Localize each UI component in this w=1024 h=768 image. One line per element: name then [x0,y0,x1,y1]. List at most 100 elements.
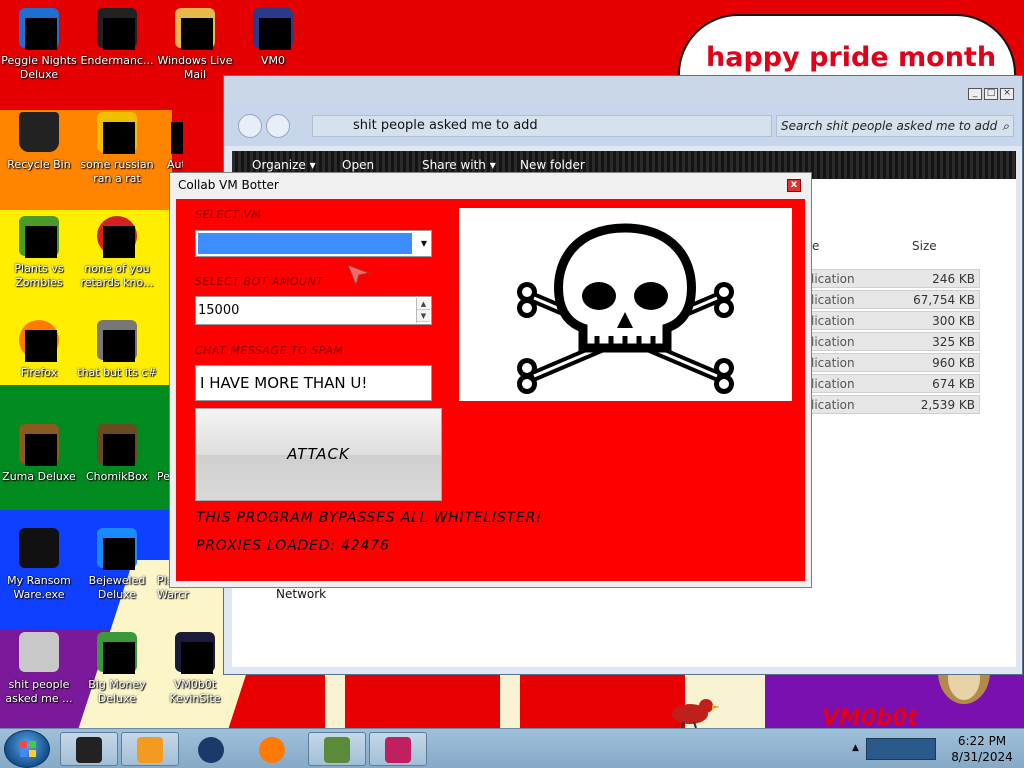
stepper-up-icon[interactable]: ▲ [417,298,430,310]
censor-block [103,434,135,466]
address-field[interactable]: shit people asked me to add ▼ [312,115,818,137]
desktop-icon-my-ransomware[interactable]: My Ransom Ware.exe [0,528,81,602]
file-row[interactable]: lication 300 KB [800,311,980,330]
desktop-icon-recycle-bin[interactable]: Recycle Bin [0,112,81,172]
desktop-icon-vm0[interactable]: VM0 [231,8,315,68]
clock[interactable]: 6:22 PM 8/31/2024 [942,733,1022,765]
desktop-icon-windows-live-mail[interactable]: Windows Live Mail [153,8,237,82]
desktop-icon-plants-vs-zombies[interactable]: Plants vs Zombies [0,216,81,290]
desktop-icon-shit-people-folder[interactable]: shit people asked me ... [0,632,81,706]
clock-date: 8/31/2024 [951,750,1013,764]
censor-block [103,122,135,154]
desktop-icon-bejeweled[interactable]: Bejeweled Deluxe [75,528,159,602]
file-type: lication [811,293,855,307]
taskbar-app-minecraft[interactable] [308,732,366,766]
bird-icon [672,699,720,728]
file-type: lication [811,314,855,328]
file-row[interactable]: lication 960 KB [800,353,980,372]
desktop-icon-zuma-deluxe[interactable]: Zuma Deluxe [0,424,81,484]
forward-button[interactable] [266,114,290,138]
search-input[interactable]: Search shit people asked me to add ⌕ [776,115,1014,137]
bypass-notice: THIS PROGRAM BYPASSES ALL WHITELISTER! [196,510,543,526]
censor-block [103,538,135,570]
taskbar-app-media-player[interactable] [121,732,179,766]
back-button[interactable] [238,114,262,138]
minimize-icon[interactable]: _ [968,88,982,100]
desktop-icon-big-money[interactable]: Big Money Deluxe [75,632,159,706]
chevron-down-icon[interactable]: ▼ [421,239,427,248]
collab-vm-botter-window: Collab VM Botter x SELECT VM ▼ SELECT BO… [169,172,812,588]
desktop-icon-label: Recycle Bin [7,158,71,171]
file-type: lication [811,356,855,370]
folder-icon [19,632,59,672]
column-header-type[interactable]: e [812,239,819,253]
new-folder-button[interactable]: New folder [520,158,585,172]
taskbar-app-image-viewer[interactable] [369,732,427,766]
open-button[interactable]: Open [342,158,374,172]
censor-block [181,18,213,50]
system-tray: ▲ 6:22 PM 8/31/2024 [850,729,1024,768]
file-row[interactable]: lication 246 KB [800,269,980,288]
desktop-icon-partial[interactable]: Auto F [153,112,183,172]
desktop-icon-endermanc[interactable]: Endermanc... [75,8,159,68]
censor-block [25,434,57,466]
bot-amount-value: 15000 [198,303,240,318]
tray-icons[interactable] [866,738,936,760]
program-icon [76,737,102,763]
mouse-cursor-icon [347,264,371,287]
desktop-icon-chomikbox[interactable]: ChomikBox [75,424,159,484]
maximize-icon[interactable]: □ [984,88,998,100]
wallpaper-cream-bar [500,675,520,728]
file-row[interactable]: lication 325 KB [800,332,980,351]
file-row[interactable]: lication 67,754 KB [800,290,980,309]
select-vm-dropdown[interactable]: ▼ [195,230,432,257]
desktop-icon-label: Firefox [20,366,58,379]
censor-block [103,330,135,362]
desktop-icon-label: Auto F [167,158,183,171]
proxies-status: PROXIES LOADED: 42476 [196,538,390,554]
taskbar-app-globe[interactable] [182,732,240,766]
file-row[interactable]: lication 674 KB [800,374,980,393]
desktop-icon-label: that but its c# [77,366,157,379]
stepper-buttons[interactable]: ▲ ▼ [416,298,430,323]
file-size: 674 KB [932,377,975,391]
chat-message-input[interactable]: I HAVE MORE THAN U! [195,365,432,401]
desktop-icon-russian-rat[interactable]: some russian ran a rat [75,112,159,186]
organize-button[interactable]: Organize ▾ [252,158,316,172]
desktop-icon-label: shit people asked me ... [5,678,73,705]
desktop-icon-label: My Ransom Ware.exe [7,574,71,601]
attack-button[interactable]: ATTACK [195,408,442,501]
chevron-up-icon[interactable]: ▲ [852,743,859,753]
desktop-icon-peggle[interactable]: Peggle Nights Deluxe [0,8,81,82]
select-vm-value [198,233,412,254]
censor-block [103,18,135,50]
desktop-icon-none-of-you[interactable]: none of you retards kno... [75,216,159,290]
file-row[interactable]: lication 2,539 KB [800,395,980,414]
minecraft-icon [324,737,350,763]
share-with-button[interactable]: Share with ▾ [422,158,496,172]
file-size: 325 KB [932,335,975,349]
censor-block [171,122,183,154]
file-size: 2,539 KB [920,398,975,412]
desktop-icon-firefox[interactable]: Firefox [0,320,81,380]
close-icon[interactable]: x [787,179,801,192]
desktop-icon-label: Bejeweled Deluxe [88,574,146,601]
desktop-icon-label: Endermanc... [80,54,154,67]
bot-amount-label: SELECT BOT AMOUNT [195,275,324,288]
taskbar-app-program[interactable] [60,732,118,766]
close-icon[interactable]: × [1000,88,1014,100]
select-vm-label: SELECT VM [195,208,262,221]
desktop-icon-label: none of you retards kno... [80,262,154,289]
file-type: lication [811,272,855,286]
media-player-icon [137,737,163,763]
bot-amount-stepper[interactable]: 15000 ▲ ▼ [195,296,432,325]
column-header-size[interactable]: Size [912,239,937,253]
taskbar-app-firefox[interactable] [243,732,301,766]
desktop-icon-that-but-csharp[interactable]: that but its c# [75,320,159,380]
stepper-down-icon[interactable]: ▼ [417,310,430,322]
censor-block [25,330,57,362]
desktop-icon-label: VM0 [260,54,285,67]
nav-pane-network[interactable]: Network [276,587,326,601]
explorer-titlebar[interactable]: _ □ × [224,76,1022,106]
start-button[interactable] [4,730,50,768]
